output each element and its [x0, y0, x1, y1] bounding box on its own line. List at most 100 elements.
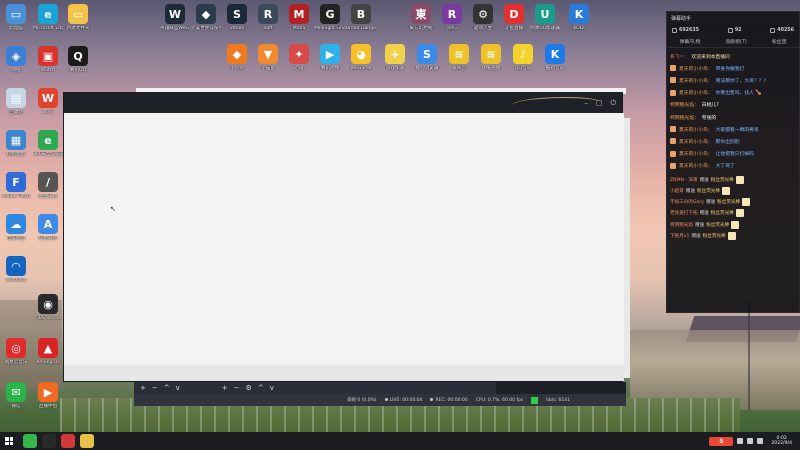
desktop-icon[interactable]: S 搜狗浏览器: [412, 44, 442, 72]
desktop-icon[interactable]: + 游戏加速: [380, 44, 410, 72]
taskbar-app-wechat-icon[interactable]: [23, 434, 37, 448]
like-count: 92: [727, 27, 742, 33]
desktop-icon-label: 画图工具: [38, 194, 58, 199]
gift-user[interactable]: 老徐爱打下拓: [670, 210, 698, 216]
start-button[interactable]: [0, 432, 18, 450]
desktop-icon[interactable]: A 应用商店: [33, 214, 63, 242]
obs-title-bar[interactable]: – ▢ ⏻: [64, 93, 622, 113]
desktop-icon[interactable]: ▲ Among Us: [33, 338, 63, 366]
desktop-icon[interactable]: ◎ 网易云音乐: [1, 338, 31, 366]
desktop-icon[interactable]: ✦ 迅雷: [284, 44, 314, 72]
desktop-icon[interactable]: K KODI: [564, 4, 594, 32]
obs-preview-canvas[interactable]: [64, 113, 624, 365]
battery-icon[interactable]: [757, 438, 764, 444]
source-control-button[interactable]: ⚙: [246, 384, 252, 392]
clock[interactable]: 0:02 2022/9/4: [771, 436, 792, 447]
chat-user[interactable]: 夏天的小小鸟：: [679, 150, 713, 157]
desktop-icon[interactable]: 東東方幻想剣: [406, 4, 436, 32]
sogou-input-icon[interactable]: S: [709, 436, 734, 446]
desktop-icon[interactable]: Q 腾讯QQ: [63, 46, 93, 74]
desktop-icon[interactable]: / 画图工具: [33, 172, 63, 200]
gift-user[interactable]: 柯明鲍光焰: [670, 222, 693, 228]
danmaku-tab[interactable]: 贡献榜(7): [726, 38, 747, 45]
gift-user[interactable]: 不如三分的Gary: [670, 199, 704, 205]
desktop-icon[interactable]: ▼ 小猫鱼: [253, 44, 283, 72]
desktop-icon[interactable]: ▶ 腾讯视频: [315, 44, 345, 72]
taskbar-app-netease-icon[interactable]: [61, 434, 75, 448]
desktop-icon[interactable]: M Mafia: [284, 4, 314, 32]
fan-count: 40256: [770, 27, 794, 33]
gift-user[interactable]: 下拖月x1: [670, 233, 689, 239]
chat-user[interactable]: 柯明鲍光焰：: [670, 114, 699, 121]
desktop-icon[interactable]: ⚙ 驱动人生: [468, 4, 498, 32]
desktop-icon[interactable]: ◠ Windows: [1, 256, 31, 284]
source-control-button[interactable]: ^: [258, 384, 264, 392]
taskbar-app-obs-icon[interactable]: [42, 434, 56, 448]
app-icon: Q: [68, 46, 88, 66]
danmaku-tab[interactable]: 弹幕/礼物: [680, 38, 701, 45]
desktop-icon[interactable]: U 网易UU加速器: [530, 4, 560, 32]
scene-control-button[interactable]: ^: [164, 384, 170, 392]
desktop-icon[interactable]: ▭ 此电脑: [1, 4, 31, 32]
chat-user[interactable]: 夏天的小小鸟：: [679, 126, 713, 133]
desktop-icon[interactable]: K 酷狗音乐: [540, 44, 570, 72]
gift-name: 粉丝荧光棒: [717, 200, 741, 206]
desktop-icon[interactable]: ♪ QQ音乐: [508, 44, 538, 72]
desktop-icon[interactable]: ≋ 优酷视频: [476, 44, 506, 72]
desktop-icon[interactable]: ▭ 新建文件夹: [63, 4, 93, 32]
desktop-icon[interactable]: ◉ OBS Studio: [33, 294, 63, 322]
desktop-icon[interactable]: F Adobe Flash: [1, 172, 31, 200]
desktop-icon[interactable]: ◈ 网络: [1, 46, 31, 74]
source-control-button[interactable]: −: [234, 384, 240, 392]
desktop-icon[interactable]: ▤ 回收站: [1, 88, 31, 116]
desktop-icon[interactable]: D 斗鱼直播: [499, 4, 529, 32]
desktop-icon[interactable]: ▶ 直播伴侣: [33, 382, 63, 410]
scene-control-button[interactable]: −: [152, 384, 158, 392]
chat-user[interactable]: 夏天的小小鸟：: [679, 77, 713, 84]
desktop-icon-label: 应用商店: [38, 236, 58, 241]
chat-user[interactable]: 夏天的小小鸟：: [679, 162, 713, 169]
chat-user[interactable]: 夏天的小小鸟：: [679, 138, 713, 145]
danmaku-tab[interactable]: 粉丝团: [772, 38, 786, 45]
scene-control-button[interactable]: +: [140, 384, 146, 392]
volume-icon[interactable]: [747, 438, 754, 444]
network-icon[interactable]: [737, 438, 744, 444]
desktop-icon[interactable]: ≋ 爱奇艺: [444, 44, 474, 72]
fan-badge-icon: [670, 138, 676, 145]
desktop-icon[interactable]: ◆ 完美世界竞技平台: [191, 4, 221, 32]
gift-user[interactable]: ZNMN · 深夜: [670, 177, 698, 183]
chat-user[interactable]: 夏天的小小鸟：: [679, 89, 713, 96]
live-time-text: LIVE: 00:00:04: [389, 397, 423, 403]
fan-badge-icon: [670, 150, 676, 157]
desktop-icon[interactable]: ✉ 微信: [1, 382, 31, 410]
scene-control-button[interactable]: v: [176, 384, 180, 392]
glow-stick-icon: [742, 198, 751, 207]
desktop-icon[interactable]: B Bread Danger: [346, 4, 376, 32]
connection-status-icon: [531, 396, 539, 404]
gift-user[interactable]: 小超哥: [670, 188, 684, 194]
taskbar-app-folder-icon[interactable]: [80, 434, 94, 448]
desktop-icon[interactable]: ▣ Watch: [33, 46, 63, 74]
chat-user[interactable]: 夏天的小小鸟：: [679, 65, 713, 72]
desktop-icon[interactable]: e 360安全浏览器: [33, 130, 63, 158]
desktop-icon[interactable]: R RPG: [437, 4, 467, 32]
desktop-icon[interactable]: e Microsoft Edge: [33, 4, 63, 32]
desktop-icon[interactable]: R Raft: [253, 4, 283, 32]
desktop-icon[interactable]: ◆ 小火箭: [222, 44, 252, 72]
app-icon: ◆: [196, 4, 216, 24]
obs-window[interactable]: – ▢ ⏻: [63, 92, 624, 382]
desktop-icon[interactable]: ▦ 控制面板: [1, 130, 31, 158]
desktop-icon[interactable]: G Midnight Ghost Hunt: [315, 4, 345, 32]
danmaku-panel[interactable]: 弹幕助手 692635 92 40256 弹幕/礼物 贡献榜(7) 粉丝团 系飞~：…: [666, 11, 800, 313]
desktop-icon[interactable]: S Steam: [222, 4, 252, 32]
desktop-icon[interactable]: ☁ 百度网盘: [1, 214, 31, 242]
gift-message: 不如三分的Gary 赠送 粉丝荧光棒: [670, 196, 796, 207]
chat-user[interactable]: 柯明鲍光焰：: [670, 101, 699, 108]
source-control-button[interactable]: v: [270, 384, 274, 392]
desktop-icon[interactable]: W WPS: [33, 88, 63, 116]
desktop-icon[interactable]: ◕ WeGame: [346, 44, 376, 72]
source-control-button[interactable]: +: [222, 384, 228, 392]
power-icon[interactable]: ⏻: [610, 99, 616, 107]
desktop-icon[interactable]: W 英雄联盟WeGame: [160, 4, 190, 32]
desktop-icon-label: 回收站: [9, 110, 23, 115]
